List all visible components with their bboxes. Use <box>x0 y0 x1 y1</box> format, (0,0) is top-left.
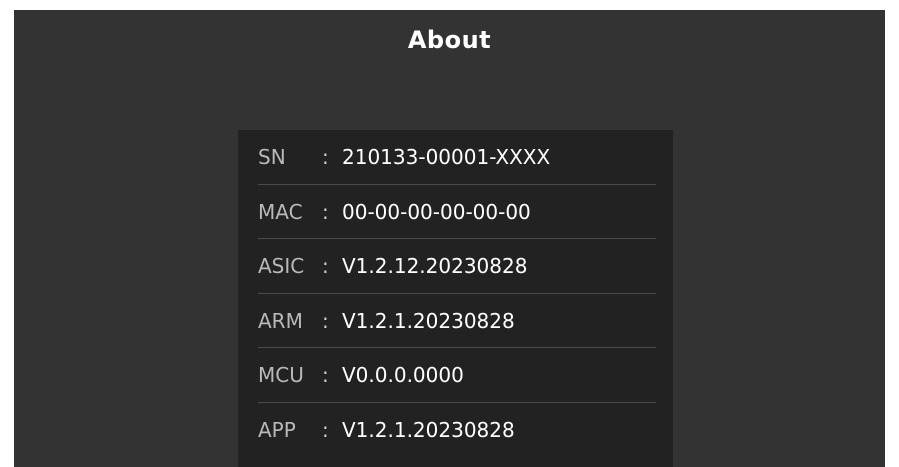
info-row-mcu: MCU : V0.0.0.0000 <box>258 348 656 403</box>
mcu-label: MCU <box>258 363 304 387</box>
asic-separator: : <box>322 254 329 278</box>
mac-value: 00-00-00-00-00-00 <box>342 199 531 224</box>
asic-label: ASIC <box>258 254 305 278</box>
asic-value: V1.2.12.20230828 <box>342 254 528 278</box>
mcu-value: V0.0.0.0000 <box>342 363 464 387</box>
sn-value: 210133-00001-XXXX <box>342 145 551 169</box>
arm-separator: : <box>322 308 329 333</box>
page-title: About <box>407 26 492 54</box>
mcu-separator: : <box>322 363 329 387</box>
app-separator: : <box>322 417 329 442</box>
info-row-arm: ARM : V1.2.1.20230828 <box>258 294 656 348</box>
arm-label: ARM <box>258 308 303 333</box>
app-value: V1.2.1.20230828 <box>342 417 515 442</box>
info-row-asic: ASIC : V1.2.12.20230828 <box>258 239 656 294</box>
arm-value: V1.2.1.20230828 <box>342 308 515 333</box>
device-info-panel: SN : 210133-00001-XXXX MAC : 00-00-00-00… <box>238 130 673 467</box>
info-row-sn: SN : 210133-00001-XXXX <box>258 130 656 185</box>
info-row-app: APP : V1.2.1.20230828 <box>258 403 656 458</box>
app-label: APP <box>258 417 296 442</box>
mac-separator: : <box>322 199 329 224</box>
info-row-mac: MAC : 00-00-00-00-00-00 <box>258 185 656 239</box>
sn-separator: : <box>322 145 329 169</box>
mac-label: MAC <box>258 199 303 224</box>
sn-label: SN <box>258 145 286 169</box>
about-screen: About SN : 210133-00001-XXXX MAC : 00-00… <box>14 10 885 467</box>
